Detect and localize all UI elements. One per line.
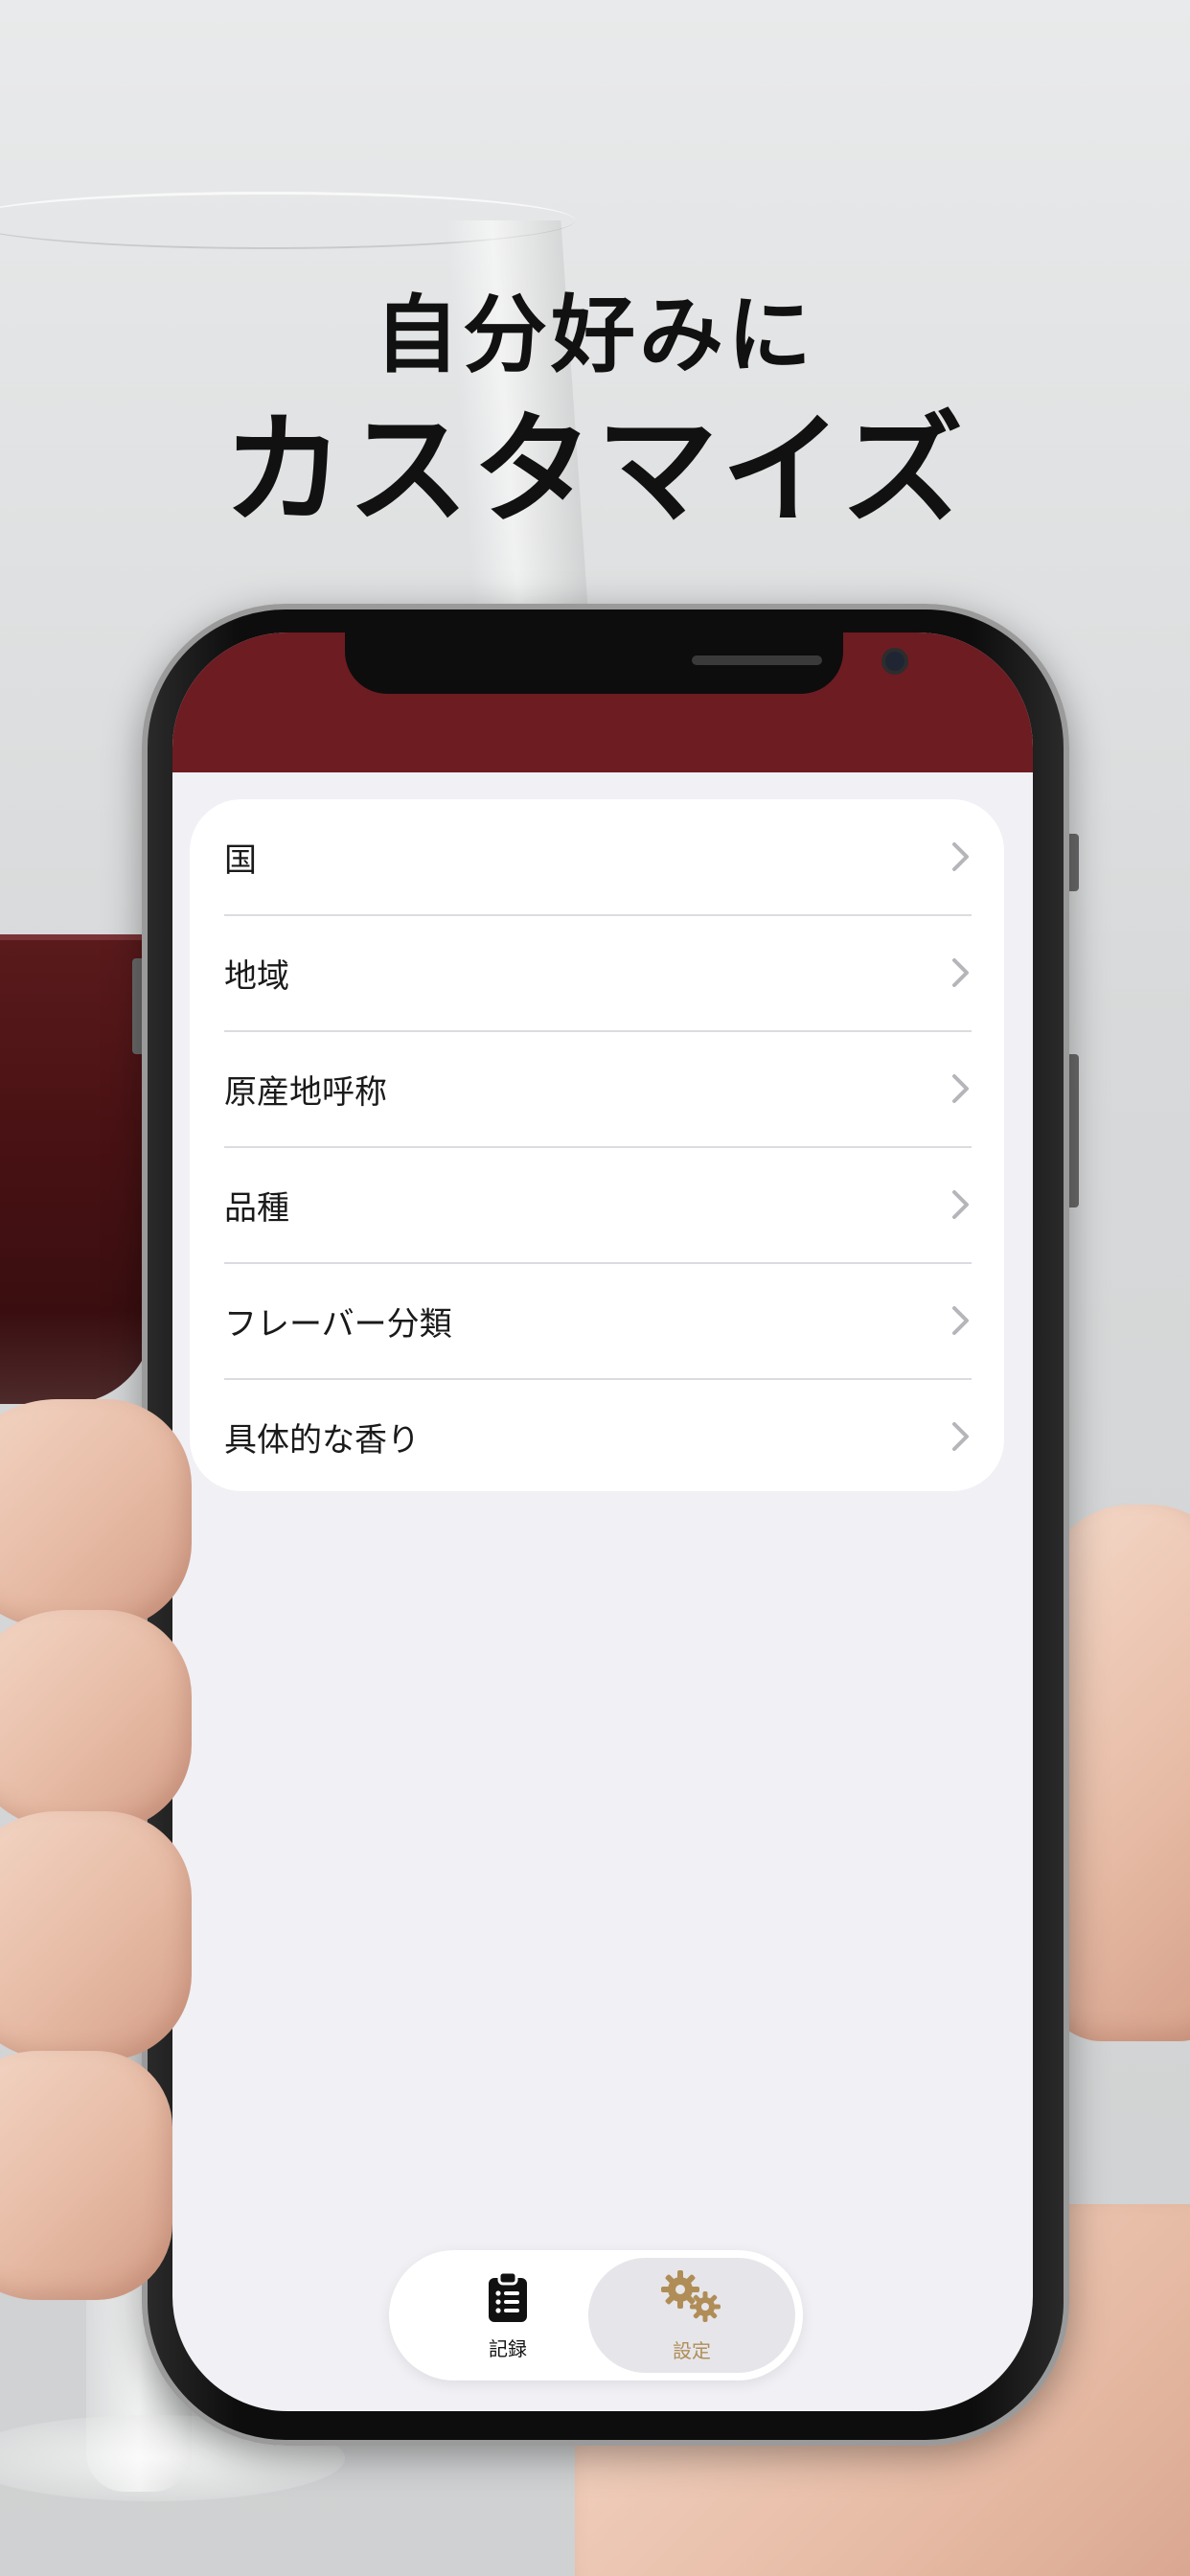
list-item-variety[interactable]: 品種 <box>224 1147 972 1262</box>
list-item-region[interactable]: 地域 <box>224 915 972 1030</box>
list-item-label: 具体的な香り <box>224 1420 420 1460</box>
list-item-label: 品種 <box>224 1188 289 1228</box>
front-camera <box>881 648 908 675</box>
tab-records-label: 記録 <box>489 2336 527 2360</box>
headline-line-1: 自分好みに <box>374 286 815 384</box>
speaker-grille <box>692 656 822 665</box>
tab-bar: 記録 設定 <box>389 2250 803 2380</box>
chevron-right-icon <box>950 1072 972 1105</box>
chevron-right-icon <box>950 956 972 989</box>
list-item-label: フレーバー分類 <box>224 1304 452 1344</box>
chevron-right-icon <box>950 1420 972 1453</box>
chevron-right-icon <box>950 1304 972 1337</box>
chevron-right-icon <box>950 1188 972 1221</box>
hand-finger <box>0 1399 192 1629</box>
list-item-label: 原産地呼称 <box>224 1072 387 1112</box>
list-item-country[interactable]: 国 <box>224 799 972 914</box>
hand-finger <box>0 2051 172 2300</box>
red-wine <box>0 934 153 1404</box>
list-item-label: 国 <box>224 840 257 880</box>
hand-finger <box>0 1610 192 1830</box>
app-screen: 国 地域 原産地呼称 品種 フレーバー分類 具体的な香り 記録 設定 <box>172 632 1033 2411</box>
gears-icon <box>657 2268 726 2330</box>
promo-headline: 自分好みに カスタマイズ <box>0 278 1190 542</box>
list-item-flavor-category[interactable]: フレーバー分類 <box>224 1263 972 1378</box>
promo-canvas: 自分好みに カスタマイズ 国 地域 原産地呼称 品種 フレーバー分類 具体的な香… <box>0 0 1190 2576</box>
chevron-right-icon <box>950 840 972 873</box>
tab-settings[interactable]: 設定 <box>588 2258 795 2373</box>
tab-settings-label: 設定 <box>673 2338 711 2362</box>
clipboard-list-icon <box>487 2270 529 2328</box>
tab-records[interactable]: 記録 <box>404 2258 611 2373</box>
list-item-appellation[interactable]: 原産地呼称 <box>224 1031 972 1146</box>
list-item-specific-aroma[interactable]: 具体的な香り <box>224 1379 972 1494</box>
settings-list: 国 地域 原産地呼称 品種 フレーバー分類 具体的な香り <box>190 799 1004 1491</box>
list-item-label: 地域 <box>224 956 289 996</box>
hand-finger <box>0 1811 192 2060</box>
headline-line-2: カスタマイズ <box>222 400 968 540</box>
phone-notch <box>345 632 908 694</box>
